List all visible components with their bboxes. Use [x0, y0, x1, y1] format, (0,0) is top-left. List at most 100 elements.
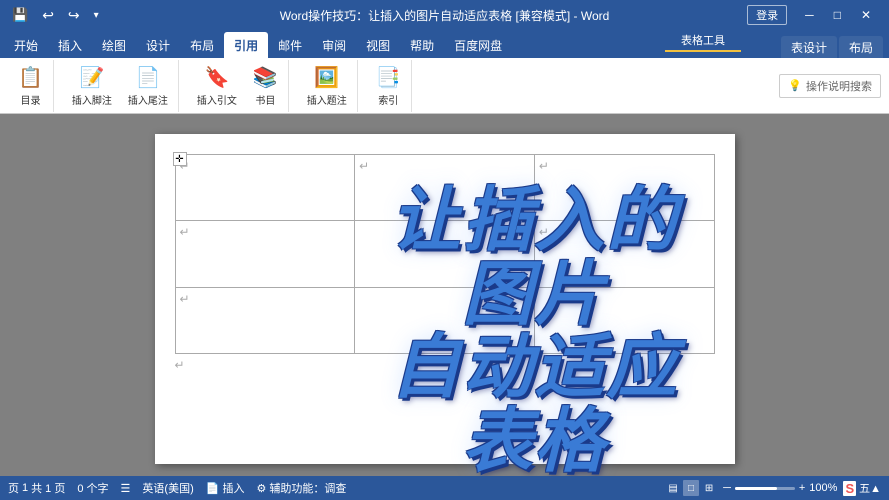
ribbon-tab-row: 表格工具 开始 插入 绘图 设计 布局 引用 邮件 审阅 视图 帮助 百度网盘 …: [0, 30, 889, 58]
tab-help[interactable]: 帮助: [400, 32, 444, 58]
page-icon: 📄: [206, 482, 220, 495]
tab-table-layout[interactable]: 布局: [839, 36, 883, 58]
ribbon-section-index: 📑 索引: [366, 60, 412, 112]
document-page: ✛ ↵ ↵ ↵ ↵ ↵ ↵ ↵ 让插入的图片自动适应表格: [155, 134, 735, 464]
sohu-logo[interactable]: S: [843, 481, 856, 496]
doc-end-mark: ↵: [175, 358, 715, 372]
view-icons: ▤ □ ⊞: [665, 480, 717, 496]
word-count: 0 个字: [77, 480, 108, 496]
help-search[interactable]: 💡 操作说明搜索: [779, 74, 881, 98]
table-cell[interactable]: [355, 287, 535, 353]
ribbon-tabs-outer: 表格工具 开始 插入 绘图 设计 布局 引用 邮件 审阅 视图 帮助 百度网盘 …: [0, 30, 889, 58]
redo-button[interactable]: ↪: [64, 5, 84, 26]
status-bar: 页 1 共 1 页 0 个字 ☰ 英语(美国) 📄 插入 ⚙ 辅助功能：调查 ▤…: [0, 476, 889, 500]
minimize-button[interactable]: ─: [795, 6, 824, 24]
paragraph-mark: ↵: [180, 225, 190, 239]
extra-tabs-row: 表设计 布局: [781, 30, 885, 58]
index-icon: 📑: [376, 65, 401, 90]
table-move-handle[interactable]: ✛: [173, 152, 187, 166]
caption-button[interactable]: 🖼️ 插入题注: [301, 62, 353, 110]
numbers-label: 五▲: [859, 480, 881, 496]
toc-button[interactable]: 📋 目录: [12, 62, 49, 110]
tab-insert[interactable]: 插入: [48, 32, 92, 58]
tab-view[interactable]: 视图: [356, 32, 400, 58]
table-cell[interactable]: ↵: [175, 155, 355, 221]
tab-mail[interactable]: 邮件: [268, 32, 312, 58]
insert-label: 插入: [222, 480, 244, 496]
bibliography-button[interactable]: 📚 书目: [247, 62, 284, 110]
macro-icon-item[interactable]: ☰: [121, 482, 131, 495]
citation-icon: 🔖: [204, 65, 229, 90]
table-cell[interactable]: [534, 287, 714, 353]
tab-review[interactable]: 审阅: [312, 32, 356, 58]
accessibility-label: 辅助功能：调查: [269, 480, 346, 496]
undo-button[interactable]: ↩: [38, 5, 58, 26]
tab-baidu[interactable]: 百度网盘: [444, 32, 512, 58]
footnote-button[interactable]: 📝 插入脚注: [66, 62, 118, 110]
zoom-in-btn[interactable]: +: [799, 482, 805, 494]
endnote-button[interactable]: 📄 插入尾注: [122, 62, 174, 110]
language-item[interactable]: 英语(美国): [142, 480, 193, 496]
paragraph-mark: ↵: [359, 159, 369, 173]
zoom-slider[interactable]: [735, 487, 795, 490]
tab-start[interactable]: 开始: [4, 32, 48, 58]
ribbon-section-caption: 🖼️ 插入题注: [297, 60, 358, 112]
table-row: ↵: [175, 287, 714, 353]
main-area: ✛ ↵ ↵ ↵ ↵ ↵ ↵ ↵ 让插入的图片自动适应表格: [0, 114, 889, 476]
tab-references[interactable]: 引用: [224, 32, 268, 58]
table-row: ↵ ↵: [175, 221, 714, 287]
status-bar-right: ▤ □ ⊞ ─ + 100% S 五▲: [665, 480, 881, 496]
index-button[interactable]: 📑 索引: [370, 62, 407, 110]
caption-icon: 🖼️: [314, 65, 339, 90]
language-label: 英语(美国): [142, 480, 193, 496]
table-cell[interactable]: ↵: [534, 221, 714, 287]
paragraph-mark: ↵: [180, 292, 190, 306]
accessibility-icon: ⚙: [256, 482, 266, 495]
help-icon: 💡: [788, 79, 802, 92]
zoom-level: 100%: [809, 482, 837, 494]
restore-button[interactable]: □: [824, 6, 851, 24]
web-view-btn[interactable]: ⊞: [701, 480, 717, 496]
title-bar-left: 💾 ↩ ↪ ▾: [8, 5, 103, 26]
page-label: 页: [8, 480, 19, 496]
quick-save-icon[interactable]: 💾: [8, 5, 32, 25]
macro-icon: ☰: [121, 482, 131, 495]
tab-layout[interactable]: 布局: [180, 32, 224, 58]
page-total: 共 1 页: [31, 480, 65, 496]
insert-mode[interactable]: 📄 插入: [206, 480, 245, 496]
login-button[interactable]: 登录: [747, 5, 787, 25]
footnote-icon: 📝: [79, 65, 104, 90]
table-cell[interactable]: ↵: [534, 155, 714, 221]
title-bar: 💾 ↩ ↪ ▾ Word操作技巧：让插入的图片自动适应表格 [兼容模式] - W…: [0, 0, 889, 30]
zoom-out-btn[interactable]: ─: [723, 482, 731, 494]
tab-design[interactable]: 设计: [136, 32, 180, 58]
window-title: Word操作技巧：让插入的图片自动适应表格 [兼容模式] - Word: [280, 7, 610, 24]
customize-quick-access[interactable]: ▾: [90, 8, 103, 23]
ribbon-section-toc: 📋 目录: [8, 60, 54, 112]
tab-draw[interactable]: 绘图: [92, 32, 136, 58]
window-controls: ─ □ ✕: [795, 6, 881, 24]
table-cell[interactable]: ↵: [175, 221, 355, 287]
endnote-icon: 📄: [135, 65, 160, 90]
bibliography-icon: 📚: [253, 65, 278, 90]
close-button[interactable]: ✕: [851, 6, 881, 24]
accessibility-item[interactable]: ⚙ 辅助功能：调查: [256, 480, 346, 496]
word-count-item: 0 个字: [77, 480, 108, 496]
context-tab-label: 表格工具: [665, 30, 741, 52]
citation-button[interactable]: 🔖 插入引文: [191, 62, 243, 110]
title-bar-right: 登录 ─ □ ✕: [747, 5, 881, 25]
table-row: ↵ ↵ ↵: [175, 155, 714, 221]
toc-icon: 📋: [18, 65, 43, 90]
command-ribbon: 📋 目录 📝 插入脚注 📄 插入尾注 🔖 插入引文 📚 书目 🖼️ 插入题注: [0, 58, 889, 114]
table-cell[interactable]: ↵: [355, 155, 535, 221]
status-bar-left: 页 1 共 1 页 0 个字 ☰ 英语(美国) 📄 插入 ⚙ 辅助功能：调查: [8, 480, 346, 496]
tab-table-design[interactable]: 表设计: [781, 36, 837, 58]
sohu-area: S 五▲: [843, 480, 881, 496]
print-view-btn[interactable]: □: [683, 480, 699, 496]
help-search-label: 操作说明搜索: [806, 78, 872, 94]
read-view-btn[interactable]: ▤: [665, 480, 681, 496]
table-cell[interactable]: [355, 221, 535, 287]
page-count: 页 1 共 1 页: [8, 480, 65, 496]
table-cell[interactable]: ↵: [175, 287, 355, 353]
zoom-slider-fill: [735, 487, 777, 490]
